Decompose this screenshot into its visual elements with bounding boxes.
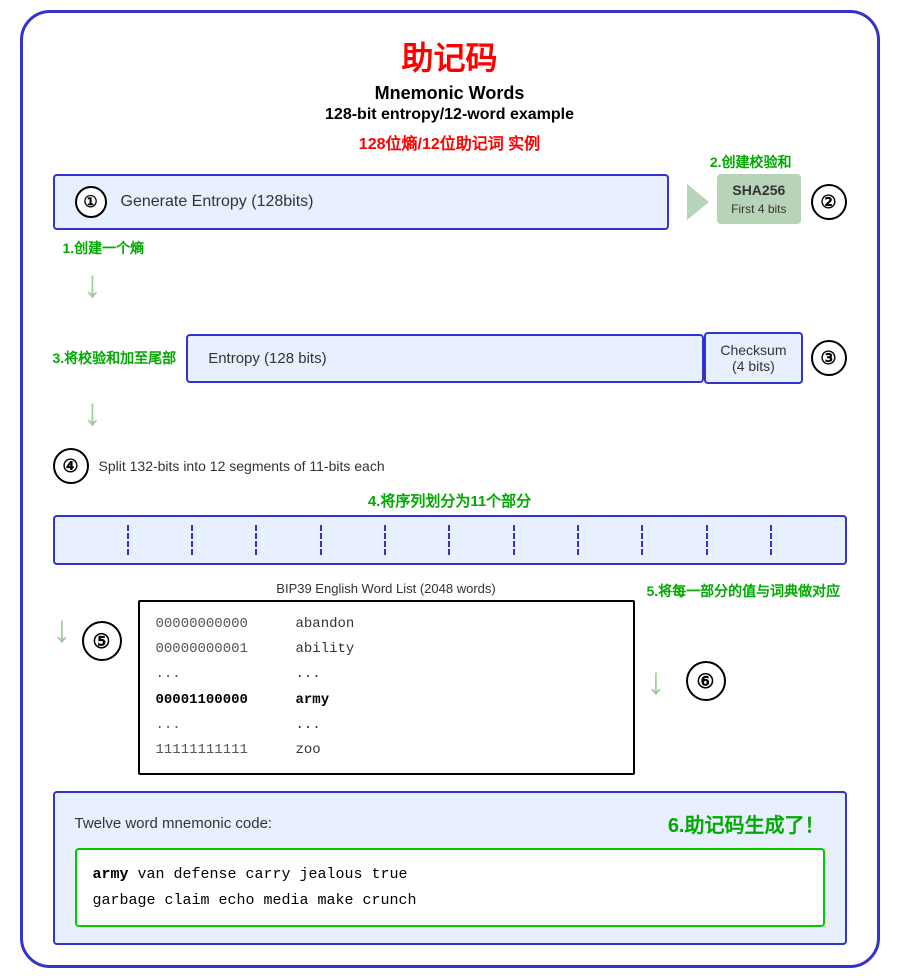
segments-bar (53, 515, 847, 565)
seg-11 (708, 525, 772, 555)
subtitle-en: 128-bit entropy/12-word example (53, 106, 847, 124)
circle-2: ② (811, 184, 847, 220)
seg-1 (65, 525, 129, 555)
seg-3 (193, 525, 257, 555)
arrow-down-4: ↓ (647, 663, 666, 701)
circle-4: ④ (53, 448, 89, 484)
section5-row: ↓ ⑤ BIP39 English Word List (2048 words)… (53, 581, 847, 775)
wl-word-zoo: zoo (296, 738, 321, 763)
wordlist-container: BIP39 English Word List (2048 words) 000… (138, 581, 635, 775)
mnemonic-output: army van defense carry jealous truegarba… (75, 848, 825, 927)
arrow-down-2: ↓ (83, 394, 102, 432)
arrow-down-1: ↓ (83, 266, 102, 304)
label-1: 1.创建一个熵 (53, 238, 847, 258)
split-text: Split 132-bits into 12 segments of 11-bi… (99, 458, 385, 474)
seg-7 (450, 525, 514, 555)
wl-row-4: 00001100000 army (156, 688, 617, 713)
wl-num-zoo: 11111111111 (156, 738, 276, 763)
seg-12 (772, 525, 834, 555)
entropy128-box: Entropy (128 bits) (186, 334, 704, 383)
entropy-box: ① Generate Entropy (128bits) (53, 174, 670, 230)
wl-word-2: ability (296, 637, 355, 662)
wl-row-3: ... ... (156, 662, 617, 687)
wl-row-1: 00000000000 abandon (156, 612, 617, 637)
seg-9 (579, 525, 643, 555)
subtitle-cn: 128位熵/12位助记词 实例 (53, 130, 847, 154)
mnemonic-rest: van defense carry jealous truegarbage cl… (93, 866, 417, 909)
generate-entropy-label: Generate Entropy (128bits) (121, 193, 314, 211)
section1-row: ① Generate Entropy (128bits) SHA256 Firs… (53, 174, 847, 230)
title-cn: 助记码 (53, 33, 847, 79)
seg-5 (322, 525, 386, 555)
sha-label: SHA256 (732, 182, 785, 198)
section1-wrapper: 2.创建校验和 ① Generate Entropy (128bits) SHA… (53, 174, 847, 258)
wordlist-title: BIP39 English Word List (2048 words) (138, 581, 635, 596)
circle-6: ⑥ (686, 661, 726, 701)
title-en: Mnemonic Words (53, 83, 847, 104)
wl-row-5: ... ... (156, 713, 617, 738)
seg-6 (386, 525, 450, 555)
circle-5: ⑤ (82, 621, 122, 661)
label-2: 2.创建校验和 (710, 152, 792, 172)
section6-title: Twelve word mnemonic code: (75, 815, 668, 832)
wl-row-6: 11111111111 zoo (156, 738, 617, 763)
main-container: 助记码 Mnemonic Words 128-bit entropy/12-wo… (20, 10, 880, 968)
wl-num-dots2: ... (156, 713, 276, 738)
label-4: 4.将序列划分为11个部分 (53, 490, 847, 511)
label-3: 3.将校验和加至尾部 (53, 348, 177, 368)
sha-sub-label: First 4 bits (731, 202, 786, 216)
seg-2 (129, 525, 193, 555)
wl-num-1: 00000000000 (156, 612, 276, 637)
sha-box: SHA256 First 4 bits (717, 174, 800, 224)
circle-3: ③ (811, 340, 847, 376)
wl-row-2: 00000000001 ability (156, 637, 617, 662)
checksum-box: Checksum(4 bits) (704, 332, 802, 384)
label-6: 6.助记码生成了！ (668, 809, 825, 838)
section6-title-row: Twelve word mnemonic code: 6.助记码生成了！ (75, 809, 825, 838)
wl-word-army: army (296, 688, 330, 713)
section3-row: 3.将校验和加至尾部 Entropy (128 bits) Checksum(4… (53, 332, 847, 384)
wordlist-box: 00000000000 abandon 00000000001 ability … (138, 600, 635, 775)
arrow-down-3: ↓ (53, 611, 72, 649)
seg-10 (643, 525, 707, 555)
entropy128-label: Entropy (128 bits) (208, 350, 326, 367)
wl-num-2: 00000000001 (156, 637, 276, 662)
seg-8 (515, 525, 579, 555)
circle-1: ① (75, 186, 107, 218)
wl-word-dots1: ... (296, 662, 321, 687)
wl-num-army: 00001100000 (156, 688, 276, 713)
checksum-label: Checksum(4 bits) (720, 342, 786, 374)
wl-word-dots2: ... (296, 713, 321, 738)
arrow-right-1 (687, 184, 709, 220)
section6-box: Twelve word mnemonic code: 6.助记码生成了！ arm… (53, 791, 847, 945)
section4-row: ④ Split 132-bits into 12 segments of 11-… (53, 448, 847, 484)
label-5: 5.将每一部分的值与词典做对应 (647, 581, 841, 601)
wl-num-dots1: ... (156, 662, 276, 687)
seg-4 (257, 525, 321, 555)
wl-word-1: abandon (296, 612, 355, 637)
mnemonic-first-word: army (93, 866, 129, 883)
